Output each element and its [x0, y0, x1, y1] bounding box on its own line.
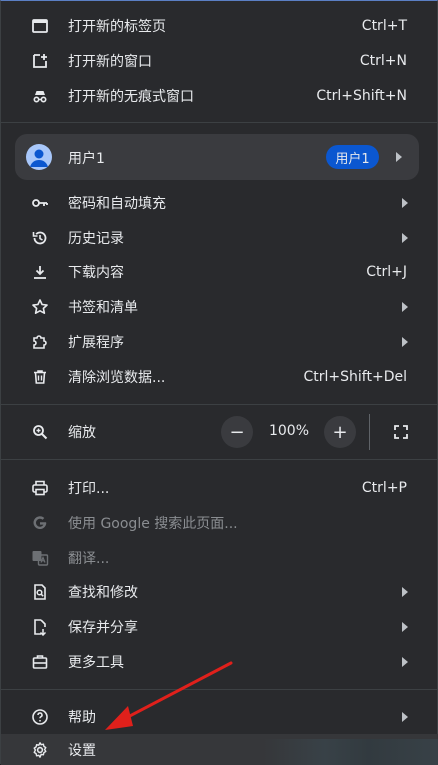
profile-row[interactable]: 用户1 用户1 — [15, 134, 419, 180]
menu-item-incognito[interactable]: 打开新的无痕式窗口 Ctrl+Shift+N — [1, 79, 438, 113]
menu-item-downloads[interactable]: 下载内容 Ctrl+J — [1, 255, 438, 289]
menu-item-google-search: 使用 Google 搜索此页面... — [1, 506, 438, 540]
menu-label: 翻译... — [68, 551, 110, 567]
zoom-divider — [369, 414, 370, 450]
menu-label: 保存并分享 — [68, 620, 138, 636]
menu-item-clear-data[interactable]: 清除浏览数据... Ctrl+Shift+Del — [1, 360, 438, 394]
shortcut-label: Ctrl+Shift+N — [316, 88, 407, 104]
menu-label: 清除浏览数据... — [68, 370, 166, 386]
chevron-right-icon — [401, 587, 409, 597]
menu-item-passwords[interactable]: 密码和自动填充 — [1, 186, 438, 220]
menu-label: 打印... — [68, 481, 110, 497]
menu-label: 下载内容 — [68, 265, 124, 281]
zoom-icon — [30, 422, 50, 442]
chevron-right-icon — [401, 337, 409, 347]
divider — [1, 459, 438, 460]
menu-label: 打开新的窗口 — [68, 54, 152, 70]
gear-icon — [30, 740, 50, 760]
menu-label: 缩放 — [68, 425, 96, 441]
menu-item-history[interactable]: 历史记录 — [1, 221, 438, 255]
profile-name: 用户1 — [68, 151, 105, 167]
key-icon — [30, 193, 50, 213]
divider — [1, 404, 438, 405]
menu-label: 更多工具 — [68, 655, 124, 671]
divider — [1, 689, 438, 690]
help-icon — [30, 707, 50, 727]
translate-icon — [30, 548, 50, 568]
find-icon — [30, 582, 50, 602]
menu-item-zoom: 缩放 − 100% + — [1, 414, 438, 450]
shortcut-label: Ctrl+P — [361, 480, 407, 496]
menu-item-bookmarks[interactable]: 书签和清单 — [1, 290, 438, 324]
new-tab-icon — [30, 16, 50, 36]
star-icon — [30, 297, 50, 317]
fullscreen-button[interactable] — [385, 416, 417, 448]
chevron-right-icon — [395, 152, 403, 162]
toolbox-icon — [30, 652, 50, 672]
fullscreen-icon — [394, 425, 408, 439]
trash-icon — [30, 367, 50, 387]
shortcut-label: Ctrl+J — [366, 264, 407, 280]
menu-item-save-share[interactable]: 保存并分享 — [1, 610, 438, 644]
incognito-icon — [30, 86, 50, 106]
chevron-right-icon — [401, 712, 409, 722]
chevron-right-icon — [401, 657, 409, 667]
menu-label: 密码和自动填充 — [68, 196, 166, 212]
menu-label: 使用 Google 搜索此页面... — [68, 516, 238, 532]
shortcut-label: Ctrl+N — [359, 53, 407, 69]
print-icon — [30, 478, 50, 498]
profile-badge: 用户1 — [326, 145, 379, 169]
chevron-right-icon — [401, 622, 409, 632]
menu-label: 历史记录 — [68, 231, 124, 247]
chevron-right-icon — [401, 198, 409, 208]
chevron-right-icon — [401, 302, 409, 312]
chrome-menu: 打开新的标签页 Ctrl+T 打开新的窗口 Ctrl+N 打开新的无痕式窗口 C… — [0, 0, 438, 765]
background-strip — [263, 739, 438, 765]
menu-label: 打开新的标签页 — [68, 19, 166, 35]
menu-item-find-edit[interactable]: 查找和修改 — [1, 575, 438, 609]
menu-label: 扩展程序 — [68, 335, 124, 351]
share-icon — [30, 617, 50, 637]
download-icon — [30, 262, 50, 282]
history-icon — [30, 228, 50, 248]
menu-item-print[interactable]: 打印... Ctrl+P — [1, 471, 438, 505]
puzzle-icon — [30, 332, 50, 352]
zoom-in-button[interactable]: + — [324, 416, 356, 448]
google-icon — [30, 513, 50, 533]
menu-label: 查找和修改 — [68, 585, 138, 601]
menu-label: 书签和清单 — [68, 300, 138, 316]
zoom-control: − 100% + — [221, 415, 359, 449]
avatar — [26, 144, 52, 170]
zoom-level: 100% — [268, 423, 310, 439]
menu-label: 打开新的无痕式窗口 — [68, 89, 194, 105]
menu-item-new-tab[interactable]: 打开新的标签页 Ctrl+T — [1, 9, 438, 43]
menu-label: 设置 — [68, 742, 96, 759]
new-window-icon — [30, 51, 50, 71]
shortcut-label: Ctrl+T — [361, 18, 407, 34]
menu-item-new-window[interactable]: 打开新的窗口 Ctrl+N — [1, 44, 438, 78]
menu-label: 帮助 — [68, 710, 96, 726]
menu-item-extensions[interactable]: 扩展程序 — [1, 325, 438, 359]
menu-item-help[interactable]: 帮助 — [1, 700, 438, 734]
zoom-out-button[interactable]: − — [221, 416, 253, 448]
chevron-right-icon — [401, 233, 409, 243]
menu-item-translate: 翻译... — [1, 541, 438, 575]
shortcut-label: Ctrl+Shift+Del — [303, 369, 407, 385]
divider — [1, 122, 438, 123]
menu-item-more-tools[interactable]: 更多工具 — [1, 645, 438, 679]
